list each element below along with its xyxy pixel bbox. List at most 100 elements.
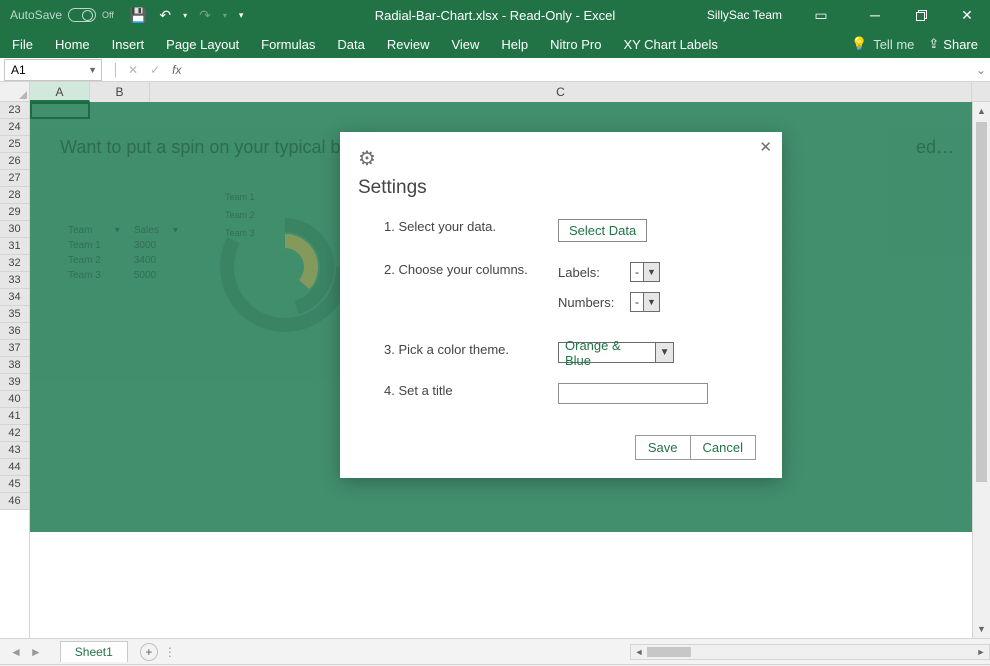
background-heading-tail: ed… (916, 137, 954, 158)
row-header[interactable]: 32 (0, 255, 29, 272)
formula-bar: A1 ▼ │ ✕ ✓ fx ⌄ (0, 58, 990, 82)
legend-3: Team 3 (225, 228, 255, 238)
sheet-tab-sheet1[interactable]: Sheet1 (60, 641, 128, 662)
dialog-close-button[interactable]: ✕ (759, 138, 772, 156)
restore-button[interactable] (898, 0, 944, 30)
tab-formulas[interactable]: Formulas (261, 37, 315, 52)
row-header[interactable]: 35 (0, 306, 29, 323)
search-icon: 💡 (851, 36, 867, 52)
redo-icon[interactable]: ↷ (199, 7, 211, 24)
qat-customize-icon[interactable]: ▾ (239, 10, 244, 21)
close-button[interactable]: ✕ (944, 0, 990, 30)
col-header-b[interactable]: B (90, 82, 150, 102)
row-header[interactable]: 43 (0, 442, 29, 459)
scroll-down-icon[interactable]: ▼ (973, 620, 990, 638)
add-sheet-button[interactable]: + (140, 643, 158, 661)
undo-icon[interactable]: ↶ (159, 7, 171, 24)
share-button[interactable]: ⇪ Share (928, 36, 978, 52)
legend-2: Team 2 (225, 210, 255, 220)
chevron-down-icon: ▼ (643, 263, 659, 281)
tab-review[interactable]: Review (387, 37, 430, 52)
row-header[interactable]: 42 (0, 425, 29, 442)
row-header[interactable]: 45 (0, 476, 29, 493)
row-header[interactable]: 38 (0, 357, 29, 374)
scroll-up-icon[interactable]: ▲ (973, 102, 990, 120)
step4-label: 4. Set a title (358, 383, 558, 398)
prev-sheet-icon[interactable]: ◄ (10, 645, 22, 659)
color-theme-select[interactable]: Orange & Blue ▼ (558, 342, 674, 363)
cancel-formula-icon[interactable]: ✕ (128, 63, 138, 77)
row-header[interactable]: 37 (0, 340, 29, 357)
restore-icon (916, 10, 927, 21)
row-header[interactable]: 30 (0, 221, 29, 238)
formula-input[interactable] (187, 59, 972, 81)
tell-me-search[interactable]: 💡 Tell me (851, 36, 914, 52)
hscroll-thumb[interactable] (647, 647, 691, 657)
row-header[interactable]: 27 (0, 170, 29, 187)
undo-dropdown-icon[interactable]: ▾ (183, 11, 187, 20)
tab-view[interactable]: View (451, 37, 479, 52)
chevron-down-icon: ▼ (88, 65, 97, 75)
share-label: Share (943, 37, 978, 52)
tab-help[interactable]: Help (501, 37, 528, 52)
row-header[interactable]: 33 (0, 272, 29, 289)
vertical-scrollbar[interactable]: ▲ ▼ (972, 102, 990, 638)
expand-formula-bar-icon[interactable]: ⌄ (972, 63, 990, 77)
background-heading: Want to put a spin on your typical ba (60, 137, 351, 158)
tab-insert[interactable]: Insert (112, 37, 145, 52)
horizontal-scrollbar[interactable]: ◄ ► (630, 644, 990, 660)
row-header[interactable]: 34 (0, 289, 29, 306)
tab-data[interactable]: Data (337, 37, 364, 52)
cancel-button[interactable]: Cancel (691, 435, 756, 460)
gear-icon: ⚙ (358, 146, 764, 171)
ribbon-display-icon[interactable]: ▭ (798, 0, 844, 30)
tell-me-label: Tell me (873, 37, 914, 52)
numbers-field-label: Numbers: (558, 295, 618, 310)
minimize-button[interactable]: ─ (852, 0, 898, 30)
scroll-right-icon[interactable]: ► (973, 647, 989, 657)
row-headers: 2324252627282930313233343536373839404142… (0, 102, 30, 638)
numbers-select-value: - (631, 295, 643, 309)
row-header[interactable]: 23 (0, 102, 29, 119)
tab-file[interactable]: File (12, 37, 33, 52)
row-header[interactable]: 26 (0, 153, 29, 170)
redo-dropdown-icon[interactable]: ▾ (223, 11, 227, 20)
sheet-tabs-bar: ◄ ► Sheet1 + ⋮ ◄ ► (0, 638, 990, 664)
labels-select-value: - (631, 265, 643, 279)
name-box[interactable]: A1 ▼ (4, 59, 102, 81)
select-data-button[interactable]: Select Data (558, 219, 647, 242)
tab-scroll-splitter[interactable]: ⋮ (164, 645, 170, 659)
labels-select[interactable]: - ▼ (630, 262, 660, 282)
row-header[interactable]: 36 (0, 323, 29, 340)
row-header[interactable]: 40 (0, 391, 29, 408)
save-icon[interactable]: 💾 (130, 7, 147, 24)
next-sheet-icon[interactable]: ► (30, 645, 42, 659)
labels-field-label: Labels: (558, 265, 618, 280)
row-header[interactable]: 31 (0, 238, 29, 255)
select-all-corner[interactable] (0, 82, 30, 102)
row-header[interactable]: 44 (0, 459, 29, 476)
tab-xy-chart-labels[interactable]: XY Chart Labels (623, 37, 717, 52)
ribbon: File Home Insert Page Layout Formulas Da… (0, 30, 990, 58)
col-header-a[interactable]: A (30, 82, 90, 102)
chart-title-input[interactable] (558, 383, 708, 404)
row-header[interactable]: 41 (0, 408, 29, 425)
numbers-select[interactable]: - ▼ (630, 292, 660, 312)
row-header[interactable]: 39 (0, 374, 29, 391)
autosave-toggle[interactable]: AutoSave Off (10, 8, 114, 22)
row-header[interactable]: 24 (0, 119, 29, 136)
enter-formula-icon[interactable]: ✓ (150, 63, 160, 77)
tab-nitro-pro[interactable]: Nitro Pro (550, 37, 601, 52)
scroll-left-icon[interactable]: ◄ (631, 647, 647, 657)
tab-page-layout[interactable]: Page Layout (166, 37, 239, 52)
col-header-c[interactable]: C (150, 82, 972, 102)
row-header[interactable]: 28 (0, 187, 29, 204)
account-name[interactable]: SillySac Team (707, 8, 782, 22)
tab-home[interactable]: Home (55, 37, 90, 52)
row-header[interactable]: 29 (0, 204, 29, 221)
fx-label[interactable]: fx (172, 63, 181, 77)
vscroll-thumb[interactable] (976, 122, 987, 482)
row-header[interactable]: 25 (0, 136, 29, 153)
row-header[interactable]: 46 (0, 493, 29, 510)
save-button[interactable]: Save (635, 435, 691, 460)
